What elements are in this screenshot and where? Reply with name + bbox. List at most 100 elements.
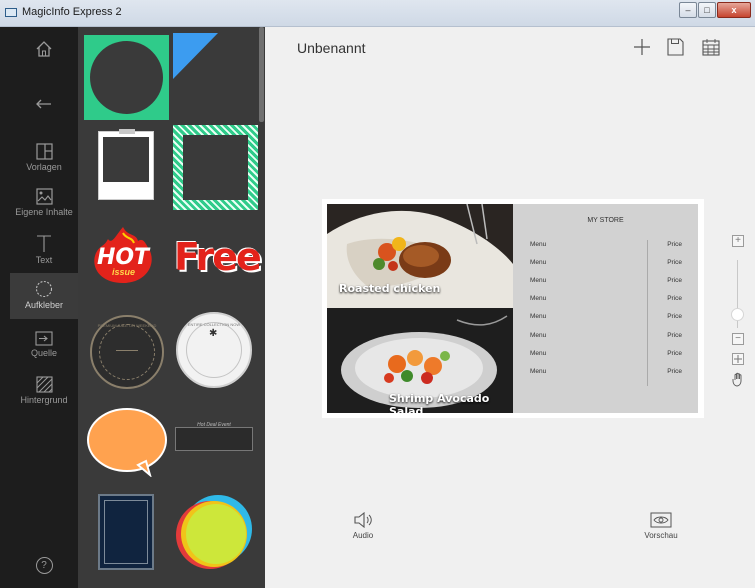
add-icon[interactable] (633, 38, 651, 56)
sticker-navy-card[interactable] (98, 494, 154, 570)
arrow-left-icon (36, 99, 51, 109)
tape-shape (119, 129, 135, 134)
source-input-icon (35, 331, 53, 346)
sticker-icon (35, 280, 53, 298)
speaker-icon (354, 512, 372, 528)
sticker-hot-issue[interactable]: HOT issue (88, 225, 158, 285)
save-icon[interactable] (667, 38, 684, 56)
menu-row: Menu Price (530, 259, 682, 266)
menu-item: Menu (530, 313, 547, 320)
menu-price: Price (667, 277, 682, 284)
home-icon (36, 41, 52, 57)
sticker-green-circle-frame[interactable] (84, 35, 169, 120)
circle-shape (90, 41, 163, 114)
nav-item-aufkleber[interactable]: Aufkleber (10, 273, 78, 319)
menu-row: Menu Price (530, 368, 682, 375)
nav-item-hintergrund[interactable]: Hintergrund (10, 376, 78, 414)
sticker-green-striped-frame[interactable] (173, 125, 258, 210)
menu-row: Menu Price (530, 332, 682, 339)
nav-item-quelle[interactable]: Quelle (10, 331, 78, 367)
menu-row: Menu Price (530, 295, 682, 302)
banner-text: Hot Deal Event (197, 422, 231, 428)
nav-label: Text (35, 255, 53, 265)
food-caption: Roasted chicken (339, 282, 441, 295)
badge-line (116, 350, 138, 351)
zoom-out-button[interactable]: − (732, 333, 744, 345)
app-icon (5, 8, 17, 17)
help-button[interactable]: ? (10, 557, 78, 577)
sticker-panel-scrollbar[interactable] (259, 27, 264, 122)
background-pattern-icon (35, 376, 53, 393)
help-icon: ? (35, 557, 53, 574)
app-window: MagicInfo Express 2 – □ x Vorlagen Eigen… (0, 0, 755, 588)
food-image-shrimp-salad: Shrimp Avocado Salad (327, 308, 513, 413)
menu-panel: MY STORE Menu Price Menu Price Menu Price M… (513, 204, 698, 413)
menu-row: Menu Price (530, 350, 682, 357)
banner-body (175, 427, 253, 451)
calendar-icon[interactable] (702, 38, 720, 56)
fit-screen-icon[interactable] (732, 353, 744, 365)
card-border (104, 500, 148, 564)
nav-item-eigene-inhalte[interactable]: Eigene Inhalte (10, 184, 78, 228)
preview-label: Vorschau (644, 531, 678, 540)
eye-icon (650, 512, 672, 528)
nav-label: Eigene Inhalte (15, 207, 73, 217)
close-button[interactable]: x (717, 2, 751, 18)
zoom-slider-handle[interactable] (731, 308, 744, 322)
sticker-speech-bubble[interactable] (86, 407, 168, 477)
menu-item: Menu (530, 332, 547, 339)
menu-price: Price (667, 332, 682, 339)
frame-inner (183, 135, 248, 200)
badge-text: ENTIRE COLLECTION NOW (187, 322, 241, 327)
menu-item: Menu (530, 277, 547, 284)
title-bar: MagicInfo Express 2 – □ x (0, 0, 755, 27)
audio-label: Audio (352, 531, 374, 540)
menu-item: Menu (530, 241, 547, 248)
zoom-in-button[interactable]: + (732, 235, 744, 247)
menu-item: Menu (530, 350, 547, 357)
food-caption: Shrimp Avocado Salad (389, 392, 490, 413)
menu-row: Menu Price (530, 277, 682, 284)
audio-button[interactable]: Audio (348, 512, 378, 540)
nav-label: Hintergrund (20, 395, 68, 405)
sticker-white-badge[interactable]: ENTIRE COLLECTION NOW ✱ (176, 312, 252, 388)
menu-price: Price (667, 350, 682, 357)
back-button[interactable] (10, 95, 78, 121)
badge-text: PREMIUM SALE ON WEEKEND (97, 323, 157, 328)
sticker-blue-triangle[interactable] (173, 33, 218, 79)
sticker-dark-banner[interactable]: Hot Deal Event (173, 422, 255, 456)
sticker-panel: HOT issue Free PREMIUM SALE ON WEEKEND E… (78, 27, 265, 588)
issue-text: issue (112, 267, 136, 277)
badge-ring (99, 324, 155, 380)
menu-price: Price (667, 241, 682, 248)
nav-label: Aufkleber (24, 300, 64, 310)
document-title[interactable]: Unbenannt (297, 40, 366, 56)
home-button[interactable] (10, 40, 78, 66)
asterisk-icon: ✱ (209, 328, 218, 339)
nav-label: Quelle (30, 348, 57, 358)
sticker-color-circles[interactable] (176, 492, 254, 574)
menu-price: Price (667, 259, 682, 266)
menu-price: Price (667, 295, 682, 302)
menu-item: Menu (530, 295, 547, 302)
free-text: Free (174, 235, 262, 279)
maximize-button[interactable]: □ (698, 2, 716, 18)
template-icon (35, 143, 53, 160)
hand-pan-icon[interactable] (732, 372, 745, 387)
menu-item: Menu (530, 368, 547, 375)
photo-area (103, 137, 149, 182)
nav-item-vorlagen[interactable]: Vorlagen (10, 139, 78, 183)
menu-item: Menu (530, 259, 547, 266)
minimize-button[interactable]: – (679, 2, 697, 18)
nav-label: Vorlagen (26, 162, 62, 172)
left-nav: Vorlagen Eigene Inhalte Text Aufkleber Q… (10, 27, 78, 588)
sticker-free[interactable]: Free (174, 233, 262, 281)
left-edge (0, 27, 10, 588)
preview-button[interactable]: Vorschau (641, 512, 681, 540)
nav-item-text[interactable]: Text (10, 231, 78, 275)
sticker-polaroid-frame[interactable] (98, 129, 154, 200)
sticker-dark-badge[interactable]: PREMIUM SALE ON WEEKEND (90, 315, 164, 389)
store-name: MY STORE (587, 217, 624, 224)
menu-row: Menu Price (530, 241, 682, 248)
menu-price: Price (667, 313, 682, 320)
